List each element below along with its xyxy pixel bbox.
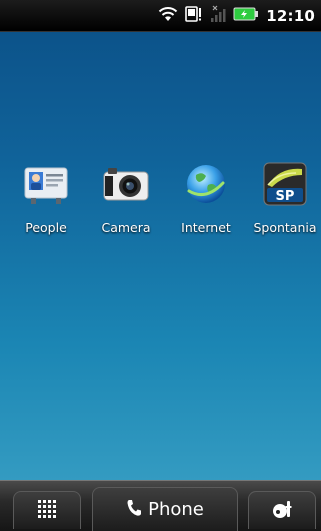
camera-icon	[102, 160, 150, 208]
notification-icon	[185, 5, 203, 26]
app-label: Internet	[181, 220, 231, 235]
status-time: 12:10	[266, 6, 315, 25]
home-screen: 12:10 People Camera Internet SP Spontani…	[0, 0, 321, 531]
app-spontania[interactable]: SP Spontania	[245, 160, 321, 235]
app-label: Camera	[101, 220, 151, 235]
status-bar: 12:10	[0, 0, 321, 32]
app-label: Spontania	[253, 220, 317, 235]
personalize-button[interactable]	[248, 491, 316, 529]
people-icon	[22, 160, 70, 208]
dock: Phone	[0, 480, 321, 531]
phone-handset-icon	[126, 499, 142, 521]
phone-label: Phone	[148, 499, 204, 520]
grid-icon	[37, 499, 57, 523]
battery-charging-icon	[233, 6, 259, 25]
spontania-logo-text: SP	[276, 189, 295, 204]
wifi-icon	[158, 6, 178, 26]
phone-button[interactable]: Phone	[92, 487, 238, 531]
status-icons: 12:10	[158, 5, 321, 27]
app-label: People	[25, 220, 67, 235]
spontania-icon: SP	[261, 160, 309, 208]
app-camera[interactable]: Camera	[86, 160, 166, 235]
signal-icon	[210, 5, 226, 27]
all-apps-button[interactable]	[13, 491, 81, 529]
internet-globe-icon	[182, 160, 230, 208]
app-people[interactable]: People	[6, 160, 86, 235]
app-internet[interactable]: Internet	[166, 160, 246, 235]
app-shortcuts-row: People Camera Internet SP Spontania	[0, 160, 321, 250]
personalize-icon	[271, 499, 293, 523]
